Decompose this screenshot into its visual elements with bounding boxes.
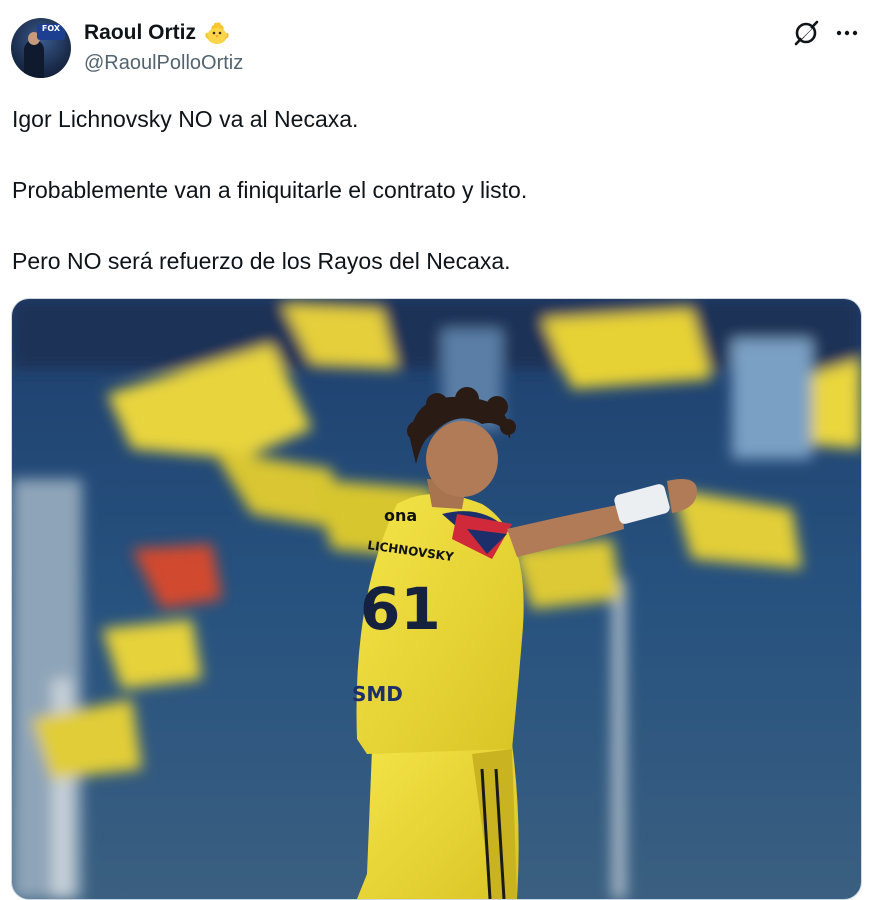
tweet-photo[interactable]: ona LICHNOVSKY 61 SMD — [11, 298, 862, 900]
author-name-row: Raoul Ortiz — [84, 20, 230, 46]
grok-icon[interactable] — [792, 19, 820, 47]
avatar[interactable]: FOX — [11, 18, 71, 78]
avatar-fox-logo: FOX — [37, 24, 65, 40]
tweet-paragraph: Pero NO será refuerzo de los Rayos del N… — [12, 248, 511, 274]
jersey-sponsor-text: ona — [384, 506, 417, 525]
jersey-number-text: 61 — [360, 575, 441, 643]
chick-emoji-icon — [205, 22, 229, 44]
avatar-person-figure — [24, 40, 44, 78]
tweet-paragraph: Igor Lichnovsky NO va al Necaxa. — [12, 106, 359, 132]
tweet-paragraph: Probablemente van a finiquitarle el cont… — [12, 177, 528, 203]
more-horizontal-icon[interactable] — [834, 22, 860, 44]
tweet-text: Igor Lichnovsky NO va al Necaxa. Probabl… — [12, 102, 857, 315]
author-handle[interactable]: @RaoulPolloOrtiz — [84, 52, 243, 75]
jersey-chest-sponsor-text: SMD — [352, 682, 403, 706]
author-display-name[interactable]: Raoul Ortiz — [84, 21, 196, 45]
tweet-photo-image: ona LICHNOVSKY 61 SMD — [12, 299, 861, 899]
